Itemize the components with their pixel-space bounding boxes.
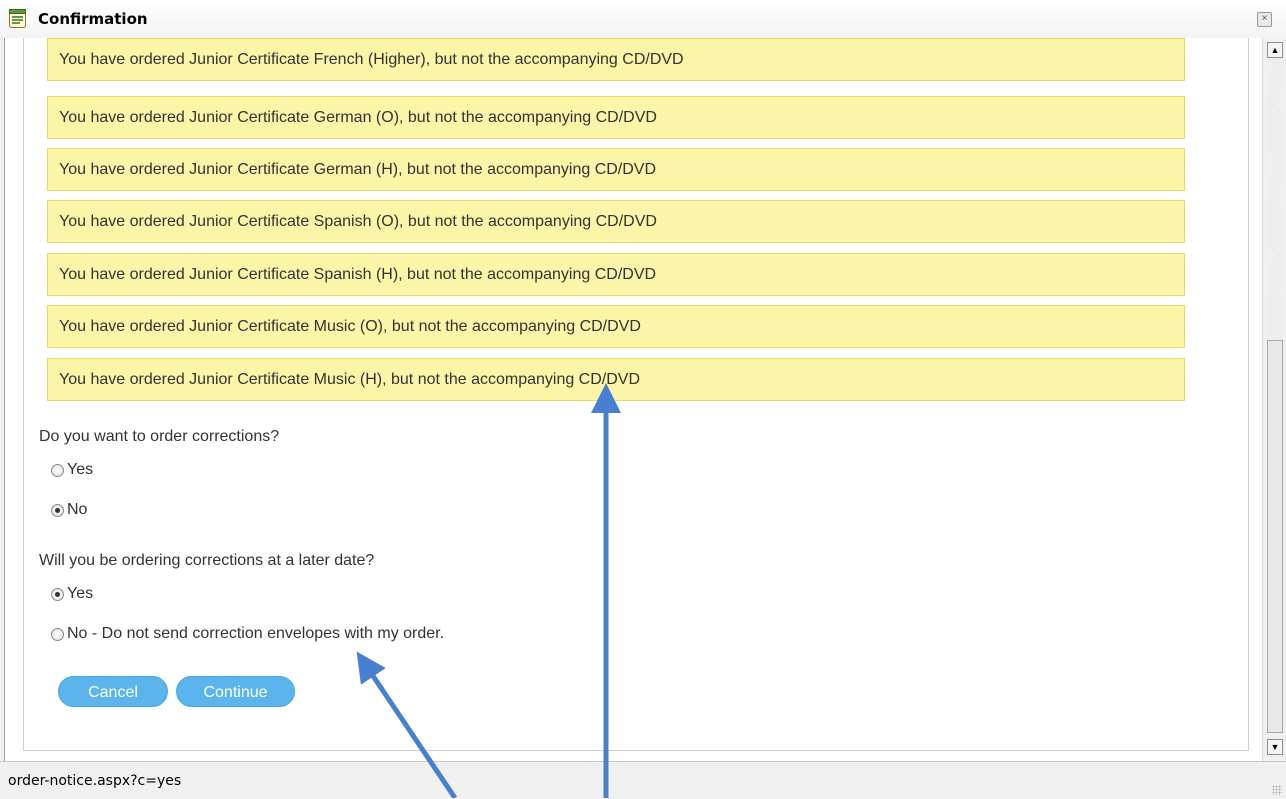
radio-button[interactable]: [51, 627, 64, 641]
radio-button[interactable]: [51, 503, 64, 517]
scroll-thumb[interactable]: [1267, 340, 1283, 733]
notice-item: You have ordered Junior Certificate Musi…: [47, 358, 1185, 401]
notice-item: You have ordered Junior Certificate Germ…: [47, 96, 1185, 139]
radio-label: Yes: [67, 461, 94, 478]
dialog-content: You have ordered Junior Certificate Fren…: [4, 38, 1263, 761]
window-title: Confirmation: [38, 10, 148, 28]
question-order-corrections: Do you want to order corrections?: [39, 428, 280, 445]
notice-item: You have ordered Junior Certificate Germ…: [47, 148, 1185, 191]
notice-item: You have ordered Junior Certificate Span…: [47, 253, 1185, 296]
radio-button[interactable]: [51, 463, 64, 477]
notice-item: You have ordered Junior Certificate Fren…: [47, 38, 1185, 81]
scroll-up-icon[interactable]: ▲: [1267, 42, 1283, 58]
radio-later-date-no[interactable]: No - Do not send correction envelopes wi…: [51, 625, 444, 643]
scroll-down-icon[interactable]: ▼: [1267, 739, 1283, 755]
radio-label: No: [67, 501, 88, 518]
radio-label: Yes: [67, 585, 94, 602]
radio-label: No - Do not send correction envelopes wi…: [67, 625, 445, 642]
status-bar: order-notice.aspx?c=yes: [0, 761, 1286, 799]
notice-item: You have ordered Junior Certificate Span…: [47, 200, 1185, 243]
continue-button[interactable]: Continue: [176, 676, 295, 707]
close-icon[interactable]: ×: [1257, 12, 1272, 27]
vertical-scrollbar[interactable]: ▲ ▼: [1262, 38, 1286, 761]
radio-order-corrections-yes[interactable]: Yes: [51, 461, 93, 479]
cancel-button[interactable]: Cancel: [58, 676, 168, 707]
resize-grip-icon[interactable]: [1272, 785, 1282, 795]
notice-item: You have ordered Junior Certificate Musi…: [47, 305, 1185, 348]
radio-later-date-yes[interactable]: Yes: [51, 585, 93, 603]
radio-order-corrections-no[interactable]: No: [51, 501, 87, 519]
status-url: order-notice.aspx?c=yes: [8, 773, 182, 789]
document-list-icon: [9, 9, 26, 28]
scroll-track[interactable]: [1267, 58, 1283, 340]
title-bar: Confirmation ×: [0, 0, 1286, 38]
radio-button[interactable]: [51, 587, 64, 601]
question-later-date: Will you be ordering corrections at a la…: [39, 552, 375, 569]
